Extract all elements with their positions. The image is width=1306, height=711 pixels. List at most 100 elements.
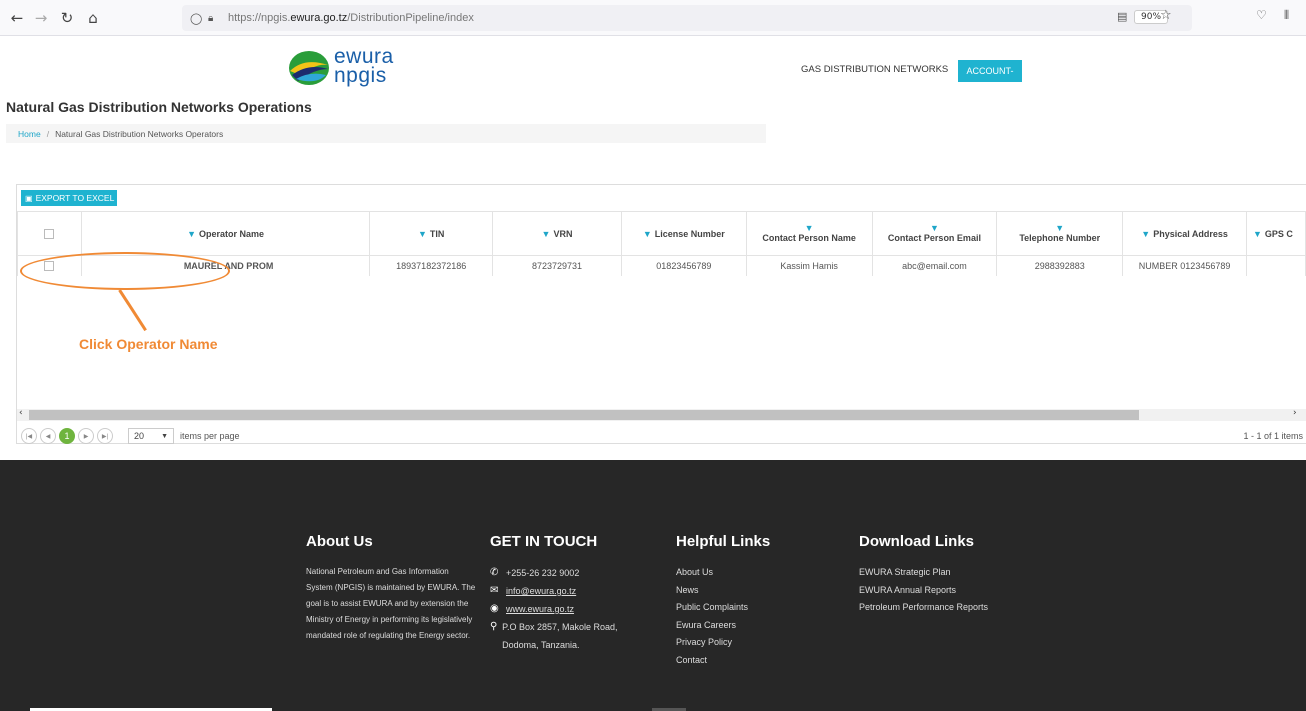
filter-icon[interactable]: ▼ <box>997 224 1122 233</box>
scroll-left-icon[interactable]: ‹ <box>19 408 23 418</box>
select-all-checkbox[interactable] <box>44 228 55 239</box>
column-header-contact-person-email[interactable]: ▼ Contact Person Email <box>871 211 998 256</box>
filter-icon[interactable]: ▼ <box>418 229 427 239</box>
breadcrumb-separator: / <box>46 128 50 139</box>
scroll-right-icon[interactable]: › <box>1293 408 1297 418</box>
next-page-icon[interactable]: ▶ <box>78 428 94 444</box>
logo-text-npgis: npgis <box>334 64 387 87</box>
url-text: https://npgis.ewura.go.tz/DistributionPi… <box>228 12 474 24</box>
footer-download-column: Download Links EWURA Strategic Plan EWUR… <box>859 533 1039 617</box>
reader-mode-icon[interactable]: ▤ <box>1117 10 1127 23</box>
email-cell: abc@email.com <box>871 255 998 276</box>
map-pin-icon: ⚲ <box>490 621 498 632</box>
contact-person-cell: Kassim Hamis <box>745 255 873 276</box>
excel-icon: ▣ <box>25 193 33 203</box>
footer-link-performance-reports[interactable]: Petroleum Performance Reports <box>859 599 1039 617</box>
vrn-cell: 8723729731 <box>492 255 622 276</box>
footer-address: ⚲ P.O Box 2857, Makole Road, Dodoma, Tanz… <box>490 618 650 654</box>
footer-link-strategic-plan[interactable]: EWURA Strategic Plan <box>859 564 1039 582</box>
page-number-current[interactable]: 1 <box>59 428 75 444</box>
filter-icon[interactable]: ▼ <box>1141 229 1150 239</box>
footer-email[interactable]: ✉ info@ewura.go.tz <box>490 582 650 600</box>
footer-link-annual-reports[interactable]: EWURA Annual Reports <box>859 582 1039 600</box>
address-bar[interactable]: ◯ 🔒︎ https://npgis.ewura.go.tz/Distribut… <box>182 5 1192 31</box>
footer-about-column: About Us National Petroleum and Gas Info… <box>306 533 476 644</box>
operators-grid: ▣ EXPORT TO EXCEL ▼ Operator Name ▼ TIN ▼ V… <box>16 184 1306 444</box>
footer-download-title: Download Links <box>859 533 975 550</box>
first-page-icon[interactable]: |◀ <box>21 428 37 444</box>
filter-icon[interactable]: ▼ <box>747 224 872 233</box>
column-header-contact-person-name[interactable]: ▼ Contact Person Name <box>745 211 873 256</box>
breadcrumb-home-link[interactable]: Home <box>18 129 41 139</box>
site-logo[interactable]: ewura npgis <box>286 45 426 89</box>
footer-phone: ✆ +255-26 232 9002 <box>490 564 650 582</box>
footer-about-text: National Petroleum and Gas Information S… <box>306 567 476 640</box>
account-dropdown-button[interactable]: ACCOUNT- <box>958 60 1022 82</box>
pager: |◀ ◀ 1 ▶ ▶| 20 ▼ items per page 1 - 1 of… <box>17 427 1306 445</box>
footer-link-contact[interactable]: Contact <box>676 652 826 670</box>
footer-link-careers[interactable]: Ewura Careers <box>676 617 826 635</box>
column-header-physical-address[interactable]: ▼ Physical Address <box>1122 211 1247 256</box>
page-size-select[interactable]: 20 ▼ <box>128 428 174 444</box>
filter-icon[interactable]: ▼ <box>542 229 551 239</box>
reload-icon[interactable]: ↻ <box>56 7 78 29</box>
address-cell: NUMBER 0123456789 <box>1122 255 1247 276</box>
footer-contact-title: GET IN TOUCH <box>490 533 598 550</box>
select-all-header <box>17 211 82 256</box>
items-per-page-label: items per page <box>180 431 240 441</box>
pager-info: 1 - 1 of 1 items <box>1243 431 1303 441</box>
pocket-icon[interactable]: ♡ <box>1256 8 1267 22</box>
column-header-telephone-number[interactable]: ▼ Telephone Number <box>996 211 1124 256</box>
filter-icon[interactable]: ▼ <box>1253 229 1262 239</box>
filter-icon[interactable]: ▼ <box>643 229 652 239</box>
prev-page-icon[interactable]: ◀ <box>40 428 56 444</box>
footer-link-news[interactable]: News <box>676 582 826 600</box>
page-size-value: 20 <box>134 431 145 441</box>
forward-icon[interactable]: → <box>30 7 52 29</box>
horizontal-scrollbar[interactable]: ‹ › <box>17 408 1306 421</box>
filter-icon[interactable]: ▼ <box>187 229 196 239</box>
last-page-icon[interactable]: ▶| <box>97 428 113 444</box>
scrollbar-thumb[interactable] <box>29 410 1139 420</box>
footer-link-privacy-policy[interactable]: Privacy Policy <box>676 634 826 652</box>
column-header-gps[interactable]: ▼ GPS C <box>1245 211 1306 256</box>
tin-cell: 18937182372186 <box>369 255 494 276</box>
library-icon[interactable]: ⫴ <box>1284 8 1289 23</box>
footer-link-about-us[interactable]: About Us <box>676 564 826 582</box>
annotation-label: Click Operator Name <box>79 336 218 352</box>
site-footer: About Us National Petroleum and Gas Info… <box>0 460 1306 711</box>
nav-gas-distribution-networks[interactable]: GAS DISTRIBUTION NETWORKS <box>801 64 948 75</box>
export-label: EXPORT TO EXCEL <box>35 193 115 203</box>
shield-icon: ◯ <box>190 11 203 25</box>
envelope-icon: ✉ <box>490 585 499 596</box>
footer-helpful-title: Helpful Links <box>676 533 771 550</box>
column-header-vrn[interactable]: ▼ VRN <box>492 211 622 256</box>
footer-contact-column: GET IN TOUCH ✆ +255-26 232 9002 ✉ info@ewu… <box>490 533 650 654</box>
column-header-tin[interactable]: ▼ TIN <box>369 211 494 256</box>
footer-helpful-column: Helpful Links About Us News Public Compl… <box>676 533 826 669</box>
browser-toolbar: ← → ↻ ⌂ ◯ 🔒︎ https://npgis.ewura.go.tz/D… <box>0 0 1306 36</box>
column-header-operator-name[interactable]: ▼ Operator Name <box>80 211 371 256</box>
logo-emblem-icon <box>289 51 329 85</box>
telephone-cell: 2988392883 <box>996 255 1124 276</box>
back-icon[interactable]: ← <box>6 7 28 29</box>
bookmark-star-icon[interactable]: ☆ <box>1160 8 1172 23</box>
breadcrumb-current: Natural Gas Distribution Networks Operat… <box>55 128 224 139</box>
lock-icon: 🔒︎ <box>208 12 214 24</box>
export-to-excel-button[interactable]: ▣ EXPORT TO EXCEL <box>21 190 117 206</box>
column-header-license-number[interactable]: ▼ License Number <box>620 211 747 256</box>
home-icon[interactable]: ⌂ <box>82 7 104 29</box>
breadcrumb: Home / Natural Gas Distribution Networks… <box>6 124 766 143</box>
phone-icon: ✆ <box>490 567 499 578</box>
license-number-cell: 01823456789 <box>620 255 747 276</box>
page-title: Natural Gas Distribution Networks Operat… <box>6 99 312 115</box>
annotation-ellipse <box>20 252 230 290</box>
globe-icon: ◉ <box>490 603 499 614</box>
chevron-down-icon: ▼ <box>161 432 168 440</box>
grid-header-row: ▼ Operator Name ▼ TIN ▼ VRN ▼ License Number… <box>17 211 1306 256</box>
footer-link-public-complaints[interactable]: Public Complaints <box>676 599 826 617</box>
footer-website[interactable]: ◉ www.ewura.go.tz <box>490 600 650 618</box>
footer-about-title: About Us <box>306 533 373 550</box>
filter-icon[interactable]: ▼ <box>873 224 997 233</box>
gps-cell <box>1245 255 1306 276</box>
